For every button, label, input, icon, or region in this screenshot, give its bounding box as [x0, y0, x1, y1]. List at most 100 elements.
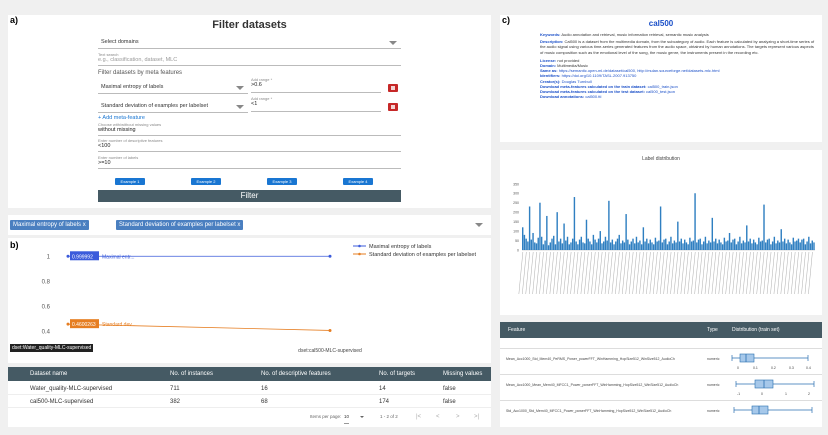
range-input-1[interactable]: Add range * >0.6 [251, 77, 381, 93]
test-download-link[interactable]: cal500_test.json [646, 89, 675, 94]
table-row[interactable]: cal500-MLC-supervised 382 68 174 false [8, 396, 491, 408]
missing-values-select[interactable]: Choose with/without missing values witho… [98, 122, 401, 136]
x-tick-label [601, 251, 606, 295]
feature-row[interactable]: Std_Acc1000_Std_Mem40_MFCC1_Power_powerF… [500, 400, 822, 422]
cell-instances: 711 [170, 386, 180, 392]
items-per-page-label: Items per page: [310, 414, 342, 419]
page-range: 1 - 2 of 2 [380, 414, 398, 419]
bar [709, 242, 712, 250]
bar [763, 204, 765, 250]
bar [575, 241, 577, 250]
bar [570, 242, 572, 250]
bar [590, 244, 593, 250]
x-tick-label [756, 251, 761, 295]
bar [597, 238, 600, 250]
x-tick-label [773, 251, 779, 295]
chevron-down-icon[interactable] [475, 223, 483, 227]
example-3-button[interactable]: Example 3 [267, 178, 297, 185]
y-tick-label: 1 [47, 254, 51, 260]
labels-input[interactable]: Enter number of labels >=10 [98, 155, 401, 169]
first-page-button[interactable]: |< [416, 411, 421, 423]
cell-instances: 382 [170, 399, 181, 405]
bar [813, 242, 815, 250]
example-1-button[interactable]: Example 1 [115, 178, 145, 185]
bar [603, 241, 605, 250]
example-2-button[interactable]: Example 2 [191, 178, 221, 185]
bar [537, 237, 539, 250]
cell-name: Water_quality-MLC-supervised [30, 386, 113, 392]
prev-page-button[interactable]: < [436, 411, 440, 423]
x-tick-label [639, 251, 644, 295]
meta-feature-select-1[interactable]: Maximal entropy of labels [98, 81, 248, 94]
chevron-down-icon [236, 105, 244, 109]
delete-row-button-1[interactable] [388, 84, 398, 92]
filter-button[interactable]: Filter [98, 190, 401, 202]
bar [796, 240, 798, 250]
meta-feature-select-2[interactable]: Standard deviation of examples per label… [98, 100, 248, 113]
bar [773, 236, 776, 250]
bar [558, 241, 560, 250]
bar [606, 240, 608, 250]
value-label: 0.4600263 [72, 322, 96, 328]
bar [692, 240, 695, 250]
last-page-button[interactable]: >| [474, 411, 479, 423]
feature-type: numeric [707, 409, 720, 413]
chevron-down-icon [389, 41, 397, 45]
y-tick-label: 100 [513, 230, 519, 234]
descriptive-features-input[interactable]: Enter number of descriptive features <10… [98, 138, 401, 152]
bar [539, 202, 541, 250]
x-tick-label [649, 251, 655, 295]
x-tick-label [522, 251, 527, 295]
bar [565, 240, 567, 250]
meta-feature-value-1: Maximal entropy of labels [101, 84, 164, 90]
example-4-button[interactable]: Example 4 [343, 178, 373, 185]
header-dataset-name: Dataset name [30, 371, 68, 377]
range-input-2[interactable]: Add range * <1 [251, 96, 381, 112]
items-per-page-select[interactable]: 10 [344, 411, 350, 424]
x-tick-label: dset:cal500-MLC-supervised [298, 348, 362, 354]
bar [720, 242, 722, 250]
x-tick-label [670, 251, 675, 295]
bar [765, 242, 767, 250]
value-label: 0.999992 [72, 254, 93, 260]
bar [528, 206, 531, 250]
feature-table: Feature Type Distribution (train set) Me… [500, 322, 822, 427]
x-tick-label [766, 251, 772, 295]
annotations-download-link[interactable]: cal500.ttl [585, 94, 601, 99]
domains-select[interactable]: Select domains [98, 36, 401, 49]
bar [716, 243, 719, 250]
bar [592, 234, 595, 250]
bar [780, 229, 782, 250]
x-tick-label [539, 251, 544, 295]
delete-row-button-2[interactable] [388, 103, 398, 111]
x-tick-label [784, 251, 789, 295]
bar [699, 238, 701, 250]
bar [594, 239, 596, 250]
bar [525, 238, 527, 250]
chip-max-entropy[interactable]: Maximal entropy of labels x [10, 220, 89, 230]
x-tick-label [535, 251, 541, 295]
x-tick-label [656, 251, 661, 295]
add-meta-feature-link[interactable]: + Add meta-feature [98, 115, 145, 121]
x-tick-label [804, 251, 810, 295]
x-tick-label [597, 251, 603, 295]
meta-feature-plot-panel: b) 1 0.8 0.6 0.4 0.999992 Maximal entr... Maxi… [8, 238, 491, 363]
feature-row[interactable]: Mean_Acc1000_Mean_Mem40_MFCC1_Power_powe… [500, 374, 822, 396]
bar [747, 241, 750, 250]
chip-std-dev[interactable]: Standard deviation of examples per label… [116, 220, 244, 230]
chevron-down-icon[interactable] [360, 416, 364, 418]
table-row[interactable]: Water_quality-MLC-supervised 711 16 14 f… [8, 383, 491, 395]
description-value: Cal500 is a dataset from the multimedia … [540, 39, 815, 55]
x-tick-label [759, 251, 765, 295]
cell-descriptive: 16 [261, 386, 268, 392]
x-tick-label [732, 251, 737, 295]
next-page-button[interactable]: > [456, 411, 460, 423]
bar [637, 242, 639, 250]
bar [613, 244, 615, 250]
bar [782, 241, 784, 250]
x-tick-label [787, 251, 792, 295]
feature-row[interactable]: Mean_Acc1000_Std_Mem40_PeRMS_Power_power… [500, 348, 822, 370]
search-input[interactable]: Text search e.g., classification, datase… [98, 52, 401, 66]
header-distribution: Distribution (train set) [732, 327, 780, 333]
axis-tick: 0 [737, 366, 739, 370]
